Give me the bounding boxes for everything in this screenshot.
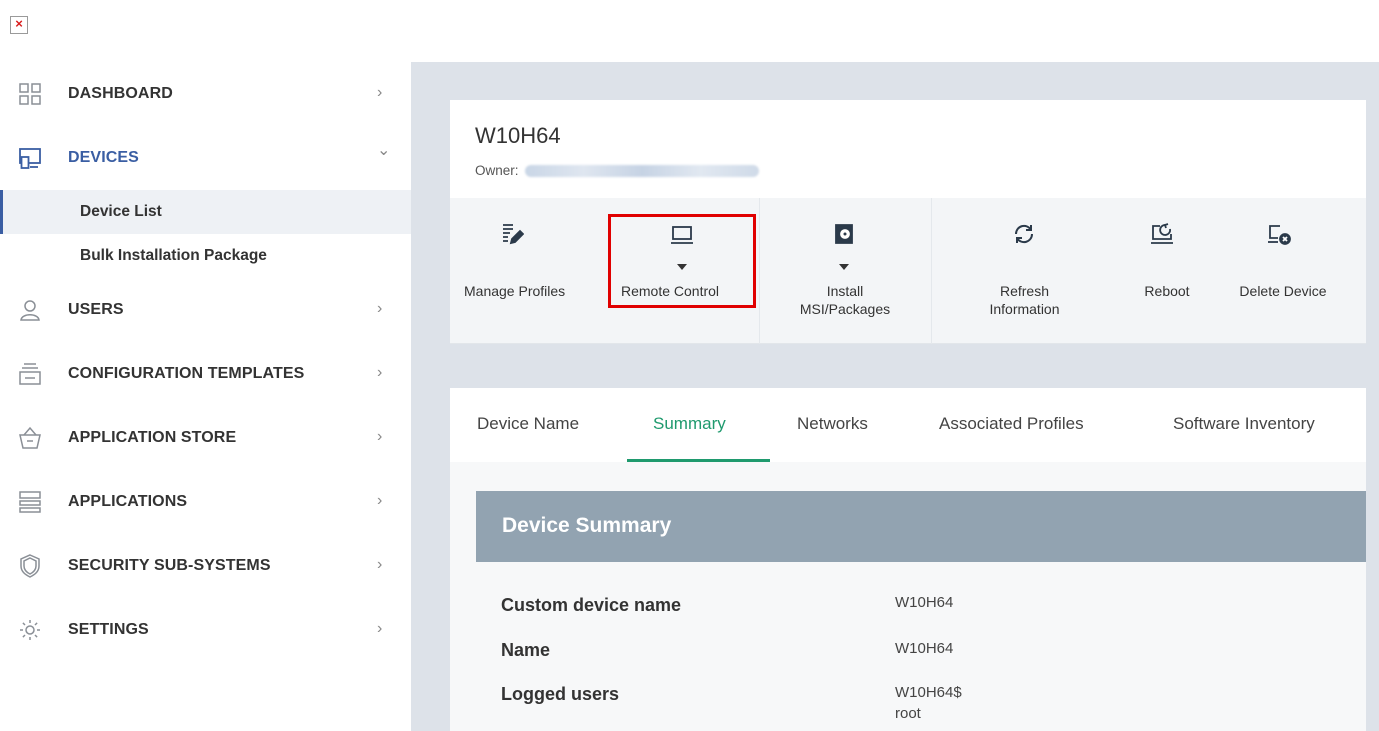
gear-icon [18,618,42,642]
refresh-label-line1: Refresh [999,283,1050,299]
tab-associated-profiles[interactable]: Associated Profiles [939,388,1084,462]
sidebar: DASHBOARD › DEVICES ⌄ Device List Bulk I… [0,62,411,662]
sidebar-item-label: DEVICES [68,149,139,166]
summary-row-value: W10H64$ [895,684,962,701]
devices-icon [18,146,42,170]
summary-row-value-secondary: root [895,705,921,722]
install-label-line2: MSI/Packages [799,301,891,317]
manage-profiles-button[interactable]: Manage Profiles [450,198,606,344]
install-dropdown-caret [839,264,849,270]
install-msi-packages-button[interactable]: Install MSI/Packages [760,198,930,344]
sidebar-subitem-device-list[interactable]: Device List [0,190,411,234]
chevron-right-icon: › [377,620,383,637]
tab-device-name[interactable]: Device Name [477,388,579,462]
sidebar-item-users[interactable]: USERS › [0,278,411,342]
device-title: W10H64 [475,123,561,148]
reboot-icon [1150,222,1174,246]
sidebar-item-applications[interactable]: APPLICATIONS › [0,470,411,534]
summary-row-label: Logged users [501,684,620,704]
device-tabs: Device Name Summary Networks Associated … [450,388,1366,463]
reboot-label: Reboot [1144,283,1190,299]
sidebar-item-configuration-templates[interactable]: CONFIGURATION TEMPLATES › [0,342,411,406]
summary-row-value: W10H64 [895,640,954,657]
sidebar-subitem-bulk-installation-package[interactable]: Bulk Installation Package [0,234,411,278]
device-summary-title: Device Summary [502,514,672,537]
summary-row-value: W10H64 [895,594,954,611]
delete-device-button[interactable]: Delete Device [1218,198,1348,344]
manage-profiles-icon [500,222,524,246]
device-summary-header: Device Summary [476,491,1366,562]
chevron-down-icon: ⌄ [377,142,391,159]
owner-label: Owner: [475,163,519,178]
refresh-icon [1012,222,1036,246]
sidebar-item-security-sub-systems[interactable]: SECURITY SUB-SYSTEMS › [0,534,411,598]
shield-icon [18,554,42,578]
sidebar-item-label: DASHBOARD [68,85,173,102]
sidebar-item-label: USERS [68,301,124,318]
sidebar-subitem-label: Device List [80,203,162,220]
delete-device-icon [1267,222,1291,246]
delete-device-label: Delete Device [1239,283,1327,299]
install-label-line1: Install [826,283,864,299]
chevron-right-icon: › [377,492,383,509]
templates-icon [18,362,42,386]
close-icon[interactable]: × [10,16,28,34]
sidebar-item-settings[interactable]: SETTINGS › [0,598,411,662]
summary-row-label: Name [501,640,551,660]
chevron-right-icon: › [377,84,383,101]
remote-control-highlight-box [608,214,756,308]
sidebar-item-label: SECURITY SUB-SYSTEMS [68,557,271,574]
chevron-right-icon: › [377,364,383,381]
refresh-information-button[interactable]: Refresh Information [932,198,1117,344]
store-basket-icon [18,426,42,450]
reboot-button[interactable]: Reboot [1117,198,1217,344]
tab-networks[interactable]: Networks [797,388,868,462]
sidebar-item-devices[interactable]: DEVICES ⌄ [0,126,411,190]
sidebar-subitem-label: Bulk Installation Package [80,247,267,264]
sidebar-item-application-store[interactable]: APPLICATION STORE › [0,406,411,470]
owner-email-redacted [524,164,759,177]
tab-summary[interactable]: Summary [653,388,726,462]
manage-profiles-label: Manage Profiles [464,283,566,299]
chevron-right-icon: › [377,300,383,317]
sidebar-item-dashboard[interactable]: DASHBOARD › [0,62,411,126]
install-package-icon [832,222,856,246]
device-header: W10H64 Owner: [450,100,1366,198]
chevron-right-icon: › [377,428,383,445]
refresh-label-line2: Information [989,301,1060,317]
user-icon [18,298,42,322]
sidebar-item-label: SETTINGS [68,621,149,638]
sidebar-item-label: APPLICATIONS [68,493,188,510]
device-owner: Owner: [475,163,759,178]
chevron-right-icon: › [377,556,383,573]
summary-row-label: Custom device name [501,595,682,615]
applications-icon [18,490,42,514]
sidebar-item-label: CONFIGURATION TEMPLATES [68,365,305,382]
dashboard-grid-icon [18,82,42,106]
tab-software-inventory[interactable]: Software Inventory [1173,388,1315,462]
sidebar-item-label: APPLICATION STORE [68,429,237,446]
device-action-toolbar: Manage Profiles Remote Control Install M… [450,198,1366,344]
